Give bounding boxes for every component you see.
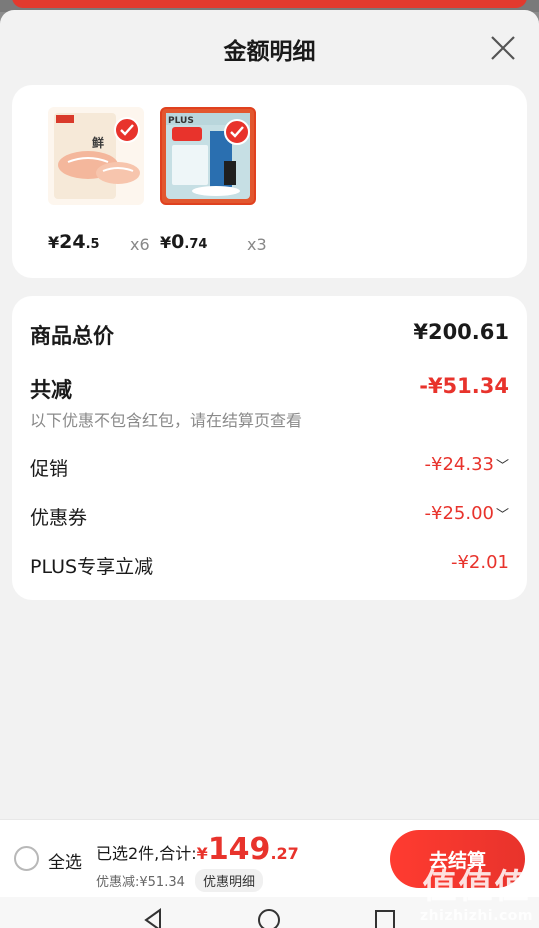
product-image: PLUS [160, 107, 256, 205]
page-title: 金额明细 [223, 39, 316, 65]
chevron-down-icon: ﹀ [495, 508, 509, 523]
select-all-label[interactable]: 全选 [48, 848, 82, 873]
product-image: 鲜 [48, 107, 144, 205]
sum-integer: 149 [207, 832, 271, 867]
nav-recent-button[interactable] [372, 907, 398, 928]
recent-square-icon [375, 910, 395, 928]
coupon-value: -¥25.00 [424, 503, 494, 524]
coupon-value-group: -¥25.00 ﹀ [425, 503, 510, 524]
coupon-label: 优惠券 [30, 507, 88, 529]
quantity: x3 [247, 235, 267, 254]
products-card: 鲜 ¥24.5 x6 PLUS ¥0.74 x3 [12, 85, 527, 278]
promotion-label: 促销 [30, 458, 69, 480]
promotion-value: -¥24.33 [424, 454, 494, 475]
sum-symbol: ¥ [196, 844, 208, 863]
total-price-label: 商品总价 [30, 324, 114, 348]
plus-discount-label: PLUS专享立减 [30, 556, 154, 578]
plus-discount-value: -¥2.01 [450, 552, 509, 573]
chevron-down-icon: ﹀ [495, 459, 509, 474]
total-price-value: ¥200.61 [413, 320, 509, 344]
price-integer: 0 [171, 231, 185, 253]
discount-detail-link[interactable]: 优惠明细 [195, 869, 264, 892]
amount-detail-sheet: 金额明细 鲜 ¥24.5 x6 PLUS ¥0.74 x3 商品总价 ¥200.… [0, 10, 539, 928]
promotion-value-group: -¥24.33 ﹀ [425, 454, 510, 475]
total-reduction-label: 共减 [30, 378, 72, 402]
discount-summary: 优惠减:¥51.34 优惠明细 [96, 869, 264, 892]
price-decimal: .74 [184, 237, 208, 252]
backdrop-button [12, 0, 527, 8]
price-decimal: .5 [85, 237, 100, 252]
discount-text: 优惠减:¥51.34 [96, 875, 185, 890]
selected-count-text: 已选2件,合计: [96, 844, 197, 863]
order-summary: 已选2件,合计:¥149.27 [96, 832, 299, 867]
sheet-header: 金额明细 [0, 10, 539, 84]
close-icon [491, 36, 515, 60]
product-item[interactable]: PLUS ¥0.74 x3 [160, 107, 267, 254]
system-nav-bar [0, 897, 539, 928]
checkout-bar: 全选 已选2件,合计:¥149.27 优惠减:¥51.34 优惠明细 去结算 [0, 819, 539, 897]
back-triangle-icon [144, 908, 161, 928]
svg-text:PLUS: PLUS [168, 116, 194, 126]
price-symbol: ¥ [160, 233, 172, 252]
selected-check-icon [224, 119, 250, 145]
price-integer: 24 [59, 231, 86, 253]
close-button[interactable] [489, 34, 517, 62]
nav-back-button[interactable] [140, 907, 166, 928]
product-item[interactable]: 鲜 ¥24.5 x6 [48, 107, 150, 254]
sum-decimal: .27 [270, 844, 299, 863]
price-symbol: ¥ [48, 233, 60, 252]
product-meta: ¥0.74 x3 [160, 231, 360, 254]
nav-home-button[interactable] [256, 907, 282, 928]
total-reduction-value: -¥51.34 [419, 374, 509, 398]
checkout-button[interactable]: 去结算 [390, 830, 525, 888]
discount-note: 以下优惠不包含红包，请在结算页查看 [30, 411, 303, 430]
home-circle-icon [258, 909, 280, 928]
select-all-radio[interactable] [14, 846, 39, 871]
price-detail-card: 商品总价 ¥200.61 共减 -¥51.34 以下优惠不包含红包，请在结算页查… [12, 296, 527, 600]
selected-check-icon [114, 117, 140, 143]
svg-text:鲜: 鲜 [92, 135, 104, 150]
quantity: x6 [130, 235, 150, 254]
